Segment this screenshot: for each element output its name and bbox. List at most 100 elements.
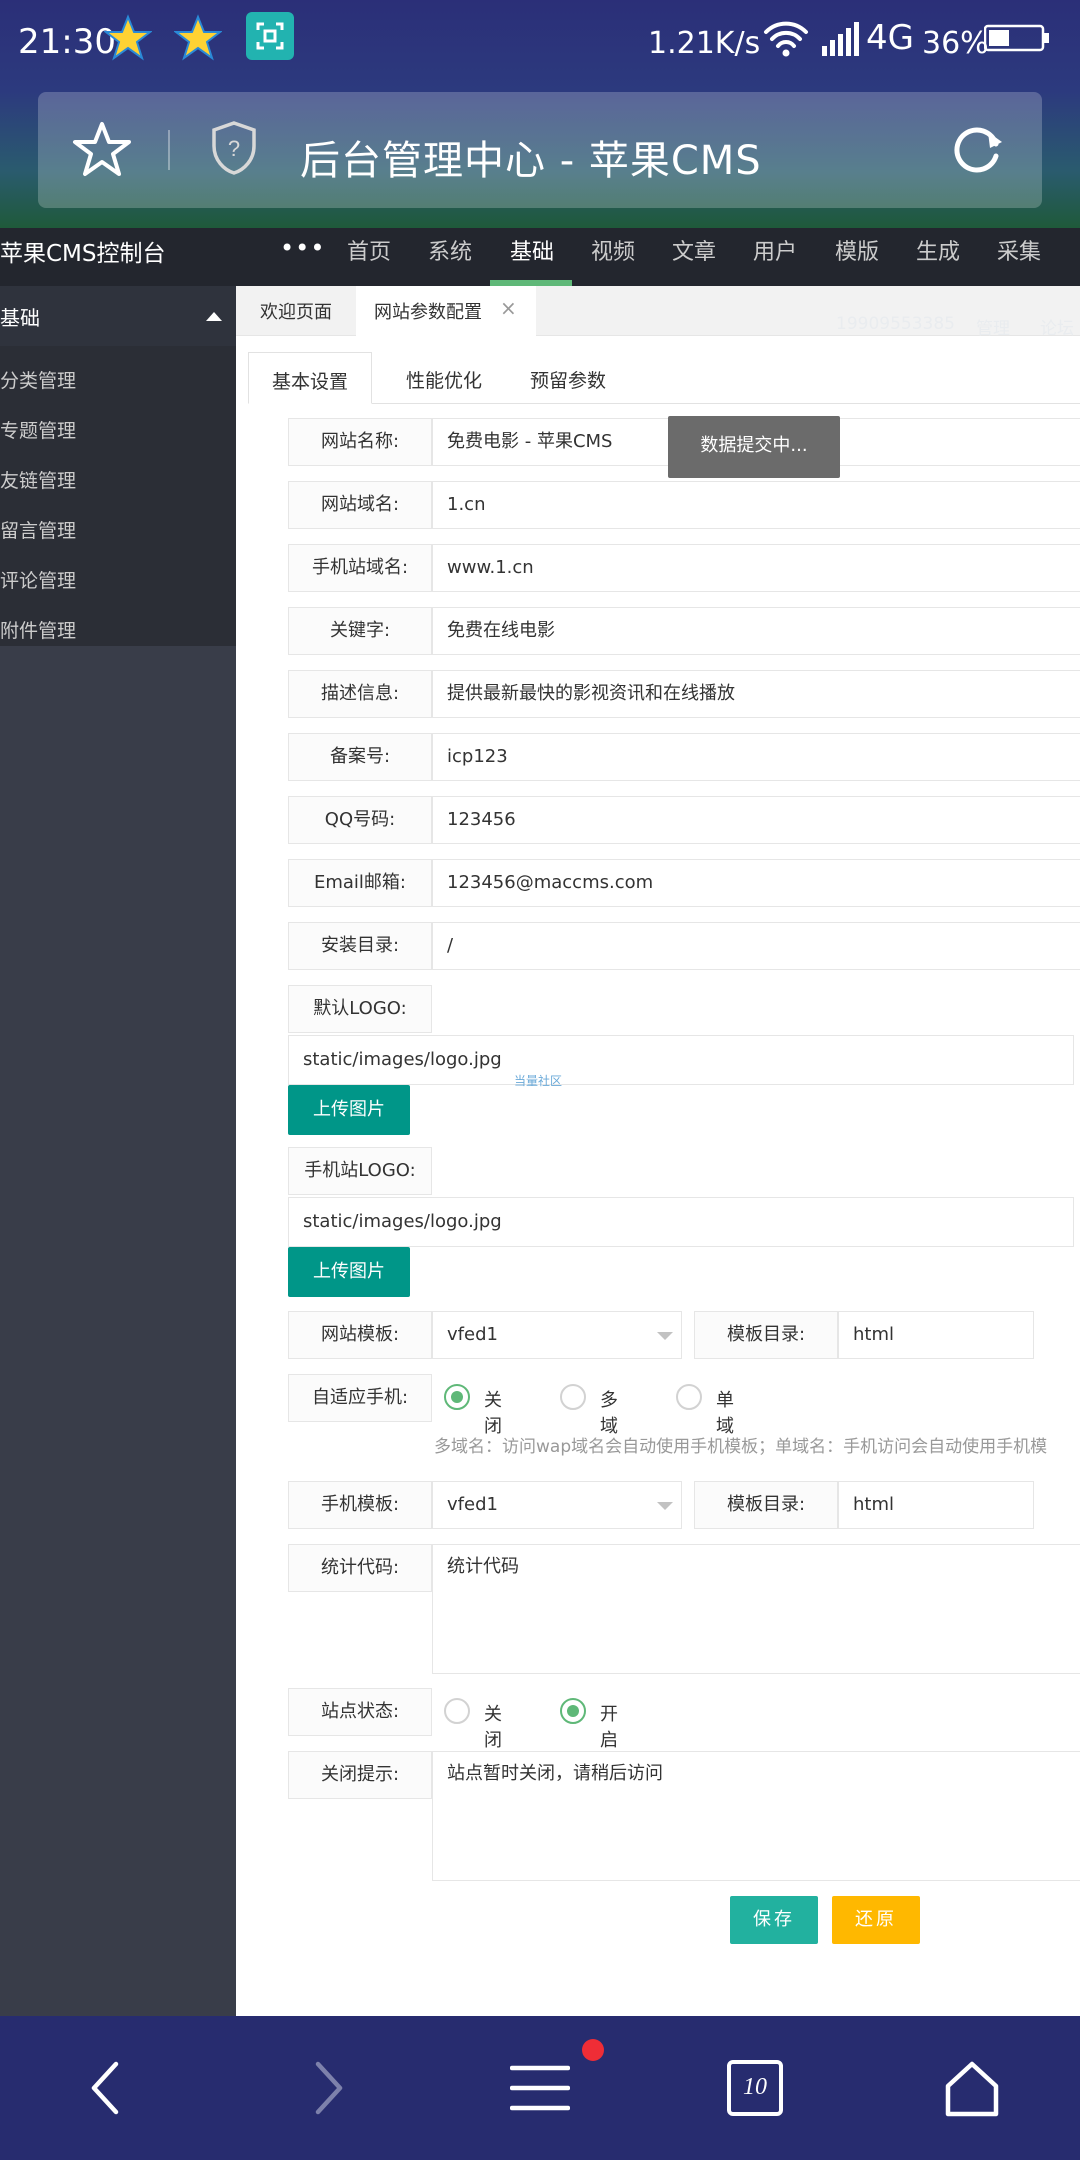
upload-mobile-logo-button[interactable]: 上传图片	[288, 1247, 410, 1297]
sidebar-item-links[interactable]: 友链管理	[0, 466, 76, 493]
input-mobile-domain[interactable]: www.1.cn	[432, 544, 1080, 592]
forward-icon[interactable]	[296, 2058, 356, 2118]
caret-up-icon	[206, 312, 222, 321]
security-shield-icon[interactable]: ?	[210, 120, 258, 176]
star-badge-icon	[104, 14, 152, 61]
nav-generate[interactable]: 生成	[916, 234, 960, 266]
sidebar-section-basic[interactable]: 基础	[0, 286, 236, 346]
radio-status-on-label[interactable]: 开启	[600, 1700, 618, 1752]
cms-brand[interactable]: 苹果CMS控制台	[0, 234, 166, 268]
radio-adaptive-single[interactable]	[676, 1384, 702, 1410]
subtab-performance[interactable]: 性能优化	[384, 352, 504, 404]
radio-status-on[interactable]	[560, 1698, 586, 1724]
radio-adaptive-single-label[interactable]: 单域	[716, 1386, 734, 1438]
scan-icon	[246, 12, 294, 60]
sidebar-item-attachments[interactable]: 附件管理	[0, 616, 76, 643]
header-user[interactable]: 19909553385	[836, 314, 955, 334]
nav-article[interactable]: 文章	[672, 234, 716, 266]
chevron-down-icon	[657, 1332, 673, 1340]
radio-adaptive-multi-label[interactable]: 多域	[600, 1386, 618, 1438]
subtab-basic[interactable]: 基本设置	[248, 352, 372, 404]
sidebar-item-category[interactable]: 分类管理	[0, 366, 76, 393]
input-mobile-logo[interactable]: static/images/logo.jpg	[288, 1197, 1074, 1247]
sidebar-item-topic[interactable]: 专题管理	[0, 416, 76, 443]
tab-site-config-label: 网站参数配置	[374, 302, 482, 323]
input-site-domain[interactable]: 1.cn	[432, 481, 1080, 529]
wifi-icon	[764, 21, 808, 57]
status-time: 21:30	[18, 22, 116, 62]
input-logo[interactable]: static/images/logo.jpg	[288, 1035, 1074, 1085]
reload-icon[interactable]	[948, 120, 1008, 180]
battery-icon	[984, 24, 1049, 52]
label-logo: 默认LOGO:	[288, 985, 432, 1033]
sidebar-item-comments[interactable]: 评论管理	[0, 566, 76, 593]
textarea-stat-code[interactable]: 统计代码	[432, 1544, 1080, 1674]
network-speed: 1.21K/s	[648, 26, 761, 61]
radio-status-off[interactable]	[444, 1698, 470, 1724]
sidebar-section-label: 基础	[0, 306, 40, 330]
nav-template[interactable]: 模版	[835, 234, 879, 266]
page-tabbar: 欢迎页面 网站参数配置 × 19909553385 管理 论坛	[236, 286, 1080, 339]
battery-percent: 36%	[922, 26, 989, 61]
upload-logo-button[interactable]: 上传图片	[288, 1085, 410, 1135]
nav-collect[interactable]: 采集	[997, 234, 1041, 266]
radio-adaptive-multi[interactable]	[560, 1384, 586, 1410]
page-title: 后台管理中心 - 苹果CMS	[300, 138, 762, 184]
nav-video[interactable]: 视频	[591, 234, 635, 266]
home-icon[interactable]	[942, 2058, 1002, 2118]
nav-basic[interactable]: 基础	[510, 234, 554, 266]
input-icp[interactable]: icp123	[432, 733, 1080, 781]
tab-welcome[interactable]: 欢迎页面	[260, 298, 332, 324]
main-content: 欢迎页面 网站参数配置 × 19909553385 管理 论坛 基本设置 性能优…	[236, 286, 1080, 2016]
header-manage[interactable]: 管理	[976, 314, 1010, 339]
submitting-toast: 数据提交中...	[668, 416, 840, 478]
nav-home[interactable]: 首页	[347, 234, 391, 266]
nav-more-button[interactable]: •••	[280, 234, 325, 262]
header-forum[interactable]: 论坛	[1040, 314, 1074, 339]
label-description: 描述信息:	[288, 670, 432, 718]
label-template-dir: 模板目录:	[694, 1311, 838, 1359]
input-keywords[interactable]: 免费在线电影	[432, 607, 1080, 655]
back-icon[interactable]	[78, 2058, 138, 2118]
reset-button[interactable]: 还原	[832, 1896, 920, 1944]
adaptive-hint: 多域名：访问wap域名会自动使用手机模板；单域名：手机访问会自动使用手机模	[434, 1437, 1048, 1457]
tabs-button[interactable]: 10	[725, 2058, 785, 2118]
input-email[interactable]: 123456@maccms.com	[432, 859, 1080, 907]
radio-adaptive-off[interactable]	[444, 1384, 470, 1410]
subtab-reserved[interactable]: 预留参数	[508, 352, 628, 404]
menu-icon[interactable]	[510, 2058, 570, 2118]
nav-user[interactable]: 用户	[753, 234, 797, 266]
label-install-dir: 安装目录:	[288, 922, 432, 970]
sidebar-item-guestbook[interactable]: 留言管理	[0, 516, 76, 543]
tab-site-config[interactable]: 网站参数配置 ×	[356, 286, 536, 336]
tabs-count: 10	[743, 2074, 767, 2100]
select-mobile-template[interactable]: vfed1	[432, 1481, 682, 1529]
label-mobile-logo: 手机站LOGO:	[288, 1147, 432, 1195]
label-mobile-template: 手机模板:	[288, 1481, 432, 1529]
subtab-bar: 基本设置 性能优化 预留参数	[248, 352, 1080, 404]
select-mobile-template-value: vfed1	[447, 1494, 498, 1515]
bookmark-star-icon[interactable]	[72, 120, 132, 180]
input-mobile-template-dir[interactable]: html	[838, 1481, 1034, 1529]
close-icon[interactable]: ×	[500, 296, 517, 320]
sidebar: 基础 分类管理 专题管理 友链管理 留言管理 评论管理 附件管理	[0, 286, 236, 2016]
chevron-down-icon	[657, 1502, 673, 1510]
label-keywords: 关键字:	[288, 607, 432, 655]
label-stat-code: 统计代码:	[288, 1544, 432, 1592]
nav-system[interactable]: 系统	[428, 234, 472, 266]
label-site-name: 网站名称:	[288, 418, 432, 466]
cms-header: 苹果CMS控制台 ••• 首页 系统 基础 视频 文章 用户 模版 生成 采集	[0, 228, 1080, 286]
radio-status-off-label[interactable]: 关闭	[484, 1700, 502, 1752]
radio-adaptive-off-label[interactable]: 关闭	[484, 1386, 502, 1438]
input-qq[interactable]: 123456	[432, 796, 1080, 844]
textarea-close-tip[interactable]: 站点暂时关闭，请稍后访问	[432, 1751, 1080, 1881]
select-site-template-value: vfed1	[447, 1324, 498, 1345]
input-install-dir[interactable]: /	[432, 922, 1080, 970]
label-adaptive: 自适应手机:	[288, 1374, 432, 1422]
save-button[interactable]: 保存	[730, 1896, 818, 1944]
input-template-dir[interactable]: html	[838, 1311, 1034, 1359]
select-site-template[interactable]: vfed1	[432, 1311, 682, 1359]
watermark-text: 当量社区	[514, 1074, 563, 1088]
input-description[interactable]: 提供最新最快的影视资讯和在线播放	[432, 670, 1080, 718]
label-site-template: 网站模板:	[288, 1311, 432, 1359]
